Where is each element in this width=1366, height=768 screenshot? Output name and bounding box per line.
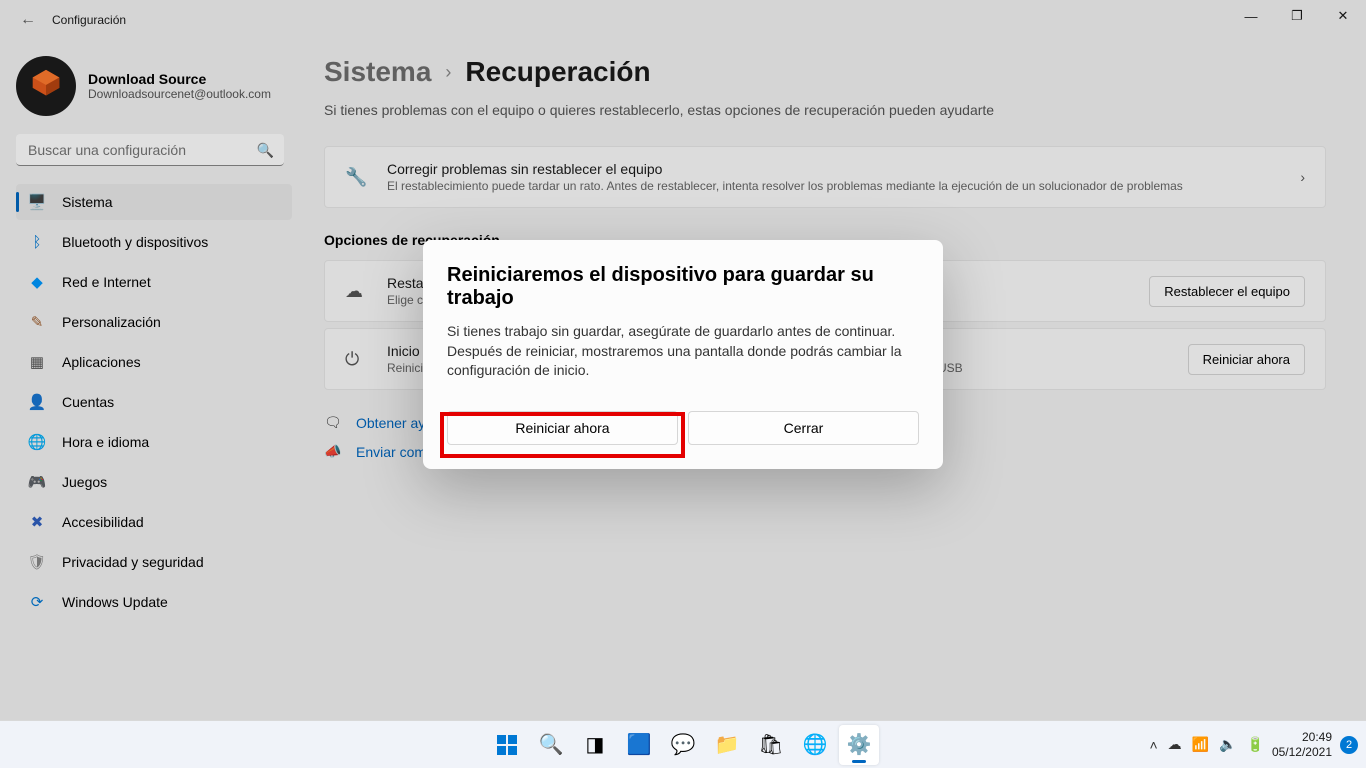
date: 05/12/2021	[1272, 745, 1332, 759]
widgets-button[interactable]: 🟦	[619, 725, 659, 765]
wifi-icon[interactable]: 📶	[1192, 736, 1209, 753]
taskbar-center: 🔍 ◨ 🟦 💬 📁 🛍 🌐 ⚙️	[487, 725, 879, 765]
taskbar-right: ˄ ☁ 📶 🔈 🔋 20:49 05/12/2021 2	[1149, 730, 1358, 759]
taskbar-search-button[interactable]: 🔍	[531, 725, 571, 765]
dialog-restart-button[interactable]: Reiniciar ahora	[447, 411, 678, 445]
dialog-close-button[interactable]: Cerrar	[688, 411, 919, 445]
chevron-up-icon[interactable]: ˄	[1149, 737, 1157, 753]
restart-dialog: Reiniciaremos el dispositivo para guarda…	[423, 240, 943, 469]
start-button[interactable]	[487, 725, 527, 765]
tray[interactable]: ˄ ☁ 📶 🔈 🔋	[1149, 736, 1264, 753]
clock[interactable]: 20:49 05/12/2021	[1272, 730, 1332, 759]
chat-button[interactable]: 💬	[663, 725, 703, 765]
settings-icon[interactable]: ⚙️	[839, 725, 879, 765]
edge-icon[interactable]: 🌐	[795, 725, 835, 765]
volume-icon[interactable]: 🔈	[1219, 736, 1236, 753]
store-icon[interactable]: 🛍	[751, 725, 791, 765]
explorer-icon[interactable]: 📁	[707, 725, 747, 765]
taskbar: 🔍 ◨ 🟦 💬 📁 🛍 🌐 ⚙️ ˄ ☁ 📶 🔈 🔋 20:49 05/12/2…	[0, 720, 1366, 768]
modal-overlay: Reiniciaremos el dispositivo para guarda…	[0, 0, 1366, 768]
battery-icon[interactable]: 🔋	[1247, 736, 1264, 753]
time: 20:49	[1272, 730, 1332, 744]
dialog-buttons: Reiniciar ahora Cerrar	[447, 411, 919, 445]
task-view-button[interactable]: ◨	[575, 725, 615, 765]
onedrive-icon[interactable]: ☁	[1168, 736, 1182, 753]
dialog-body: Si tienes trabajo sin guardar, asegúrate…	[447, 322, 919, 381]
notification-badge[interactable]: 2	[1340, 736, 1358, 754]
dialog-title: Reiniciaremos el dispositivo para guarda…	[447, 264, 919, 310]
